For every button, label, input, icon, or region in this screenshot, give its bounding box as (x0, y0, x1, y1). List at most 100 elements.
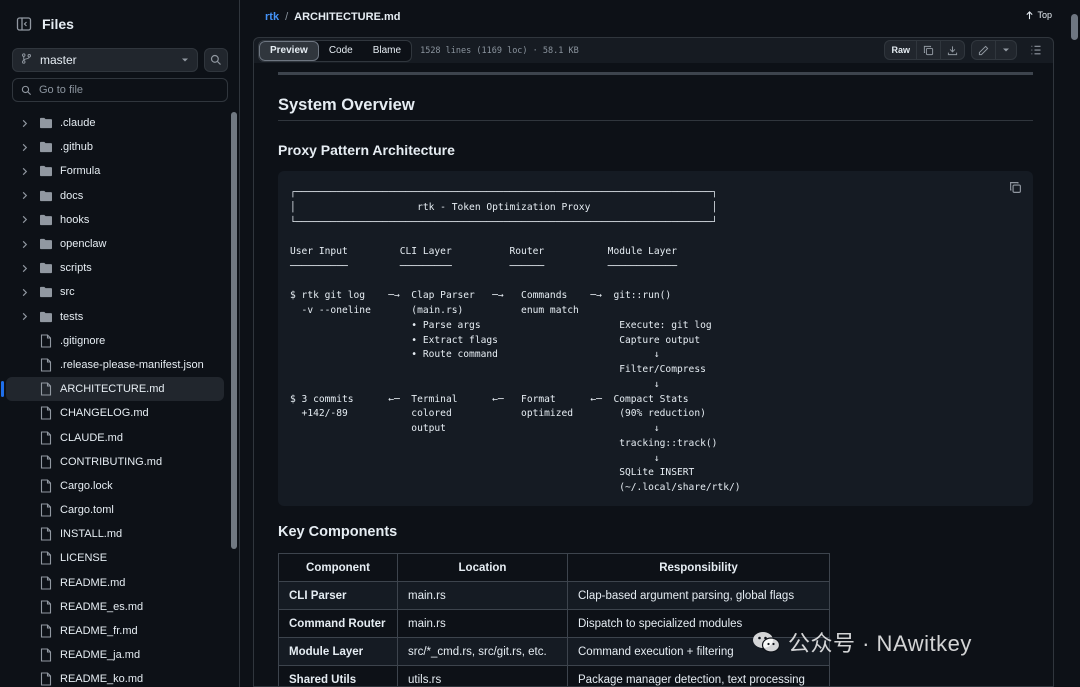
tree-file-item[interactable]: ARCHITECTURE.md (1, 377, 224, 402)
breadcrumb: rtk / ARCHITECTURE.md Top (241, 0, 1080, 34)
table-cell: Package manager detection, text processi… (567, 665, 830, 686)
file-icon (38, 358, 54, 372)
collapse-sidebar-icon[interactable] (12, 12, 36, 36)
tree-file-item[interactable]: CLAUDE.md (6, 425, 224, 449)
tree-item-label: README_ko.md (60, 673, 144, 686)
tab-preview[interactable]: Preview (259, 40, 319, 61)
tree-item-label: CLAUDE.md (60, 431, 123, 444)
tree-file-item[interactable]: CONTRIBUTING.md (6, 450, 224, 474)
tree-folder-item[interactable]: src (6, 280, 224, 304)
tree-item-label: docs (60, 189, 84, 202)
tab-code[interactable]: Code (319, 41, 363, 61)
search-button[interactable] (204, 48, 228, 72)
column-header: Location (397, 553, 568, 582)
copy-icon (1010, 182, 1021, 193)
table-cell: Command execution + filtering (567, 637, 830, 666)
go-to-file-field[interactable] (12, 78, 228, 102)
tree-item-label: .gitignore (60, 334, 106, 347)
tree-file-item[interactable]: README_fr.md (6, 619, 224, 643)
tree-item-label: scripts (60, 262, 92, 275)
edit-actions-group (971, 40, 1017, 60)
tree-file-item[interactable]: CHANGELOG.md (6, 401, 224, 425)
tree-file-item[interactable]: README_es.md (6, 595, 224, 619)
tree-file-item[interactable]: Cargo.toml (6, 498, 224, 522)
folder-icon (38, 117, 54, 129)
tree-file-item[interactable]: README_ja.md (6, 643, 224, 667)
tree-file-item[interactable]: README.md (6, 571, 224, 595)
tree-file-item[interactable]: LICENSE (6, 546, 224, 570)
branch-selector[interactable]: master (12, 48, 198, 72)
tree-folder-item[interactable]: docs (6, 184, 224, 208)
tree-folder-item[interactable]: scripts (6, 256, 224, 280)
chevron-right-icon (18, 240, 30, 249)
table-cell: main.rs (397, 609, 568, 638)
file-icon (38, 430, 54, 445)
outline-button[interactable] (1025, 40, 1047, 60)
top-link[interactable]: Top (1025, 10, 1052, 20)
breadcrumb-repo-link[interactable]: rtk (265, 11, 279, 23)
tree-folder-item[interactable]: .github (6, 135, 224, 159)
tree-file-item[interactable]: INSTALL.md (6, 522, 224, 546)
file-icon (38, 624, 54, 638)
tree-item-label: tests (60, 310, 84, 323)
tree-folder-item[interactable]: openclaw (6, 232, 224, 256)
table-row: Module Layer src/*_cmd.rs, src/git.rs, e… (278, 637, 830, 666)
tab-blame[interactable]: Blame (363, 41, 411, 61)
tree-folder-item[interactable]: .claude (6, 111, 224, 135)
tree-item-label: INSTALL.md (60, 528, 123, 541)
folder-icon (38, 214, 54, 226)
table-cell: Command Router (278, 609, 398, 638)
tree-file-item[interactable]: .release-please-manifest.json (6, 353, 224, 377)
tree-item-label: LICENSE (60, 552, 108, 565)
branch-icon (21, 53, 32, 67)
page-scrollbar[interactable] (1071, 14, 1078, 40)
edit-button[interactable] (972, 41, 996, 59)
chevron-right-icon (18, 312, 30, 321)
tree-file-item[interactable]: Cargo.lock (6, 474, 224, 498)
top-link-label: Top (1037, 10, 1052, 20)
edit-options-button[interactable] (996, 41, 1016, 59)
download-icon (947, 45, 958, 55)
file-tree: .claude .github Formula docs hooks openclaw sc… (0, 111, 228, 687)
table-cell: Module Layer (278, 637, 398, 666)
tree-item-label: ARCHITECTURE.md (60, 383, 165, 396)
table-row: Shared Utils utils.rs Package manager de… (278, 665, 830, 686)
folder-icon (38, 311, 54, 323)
sidebar-scrollbar[interactable] (231, 112, 237, 549)
tree-folder-item[interactable]: Formula (6, 159, 224, 183)
file-toolbar: Preview Code Blame 1528 lines (1169 loc)… (253, 37, 1054, 63)
list-icon (1031, 45, 1041, 55)
copy-code-button[interactable] (1009, 181, 1023, 195)
sidebar-header: Files (12, 12, 74, 36)
file-meta: 1528 lines (1169 loc) · 58.1 KB (420, 45, 579, 56)
table-row: CLI Parser main.rs Clap-based argument p… (278, 581, 830, 610)
table-cell: utils.rs (397, 665, 568, 686)
chevron-right-icon (18, 191, 30, 200)
go-to-file-input[interactable] (39, 84, 209, 96)
tree-item-label: README_fr.md (60, 625, 138, 638)
markdown-preview: System Overview Proxy Pattern Architectu… (253, 63, 1054, 687)
heading-underline (278, 120, 1033, 121)
breadcrumb-file: ARCHITECTURE.md (294, 11, 401, 23)
raw-button[interactable]: Raw (885, 41, 917, 59)
table-row: Command Router main.rs Dispatch to speci… (278, 609, 830, 638)
copy-raw-button[interactable] (917, 41, 941, 59)
column-header: Component (278, 553, 398, 582)
tree-item-label: .release-please-manifest.json (60, 358, 204, 371)
tree-item-label: README_es.md (60, 600, 144, 613)
file-icon (38, 648, 54, 662)
raw-actions-group: Raw (884, 40, 965, 60)
tree-file-item[interactable]: .gitignore (6, 329, 224, 353)
tree-folder-item[interactable]: tests (6, 305, 224, 329)
download-button[interactable] (941, 41, 964, 59)
caret-down-icon (1003, 48, 1009, 52)
tree-item-label: Cargo.toml (60, 504, 114, 517)
tree-file-item[interactable]: README_ko.md (6, 667, 224, 687)
file-icon (38, 334, 54, 348)
tree-item-label: src (60, 286, 75, 299)
folder-icon (38, 141, 54, 153)
main-content: rtk / ARCHITECTURE.md Top Preview Code B… (241, 0, 1080, 687)
pencil-icon (978, 45, 989, 55)
tree-folder-item[interactable]: hooks (6, 208, 224, 232)
components-table: Component Location Responsibility CLI Pa… (278, 553, 830, 686)
